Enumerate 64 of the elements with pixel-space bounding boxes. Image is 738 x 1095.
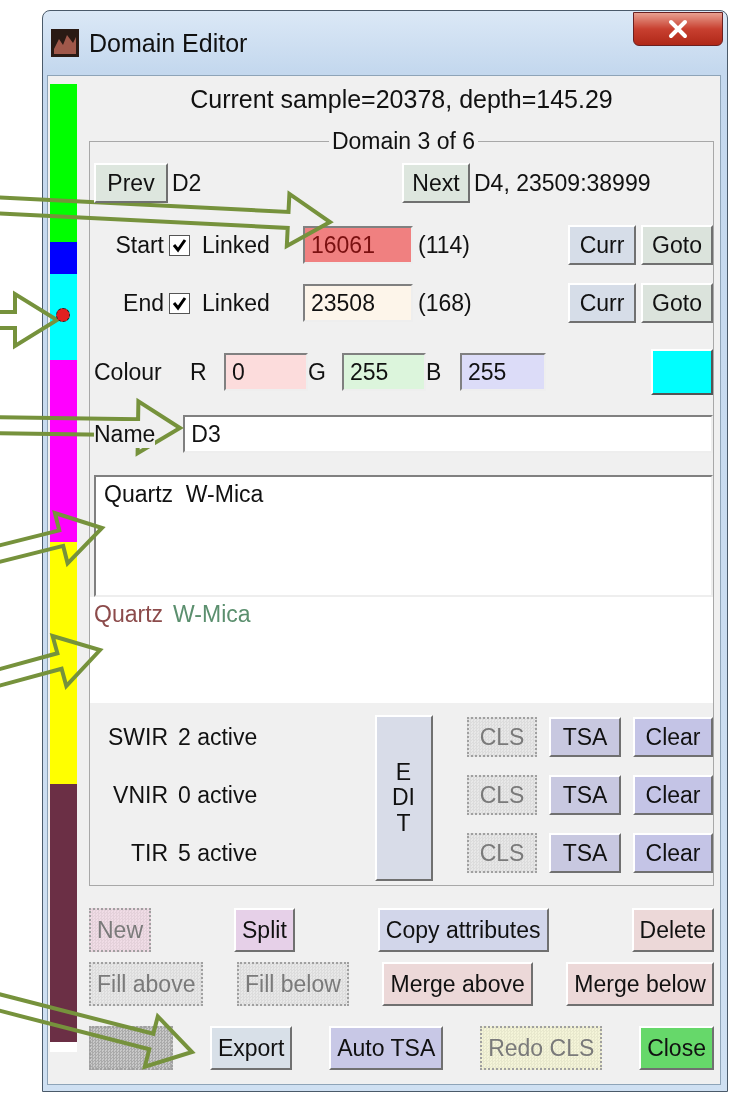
next-domain: D4, 23509:38999 — [474, 169, 652, 197]
domain-segment[interactable] — [50, 84, 77, 242]
prev-button[interactable]: Prev — [94, 163, 168, 203]
action-button[interactable]: Export — [209, 1026, 293, 1070]
clear-button[interactable]: Clear — [633, 775, 713, 815]
sample-count: (114) — [418, 231, 471, 259]
sensor-status: 2 active — [178, 723, 259, 751]
linked-label: Linked — [202, 231, 271, 259]
linked-checkbox[interactable] — [169, 234, 190, 256]
current-button[interactable]: Curr — [568, 283, 636, 323]
clear-button[interactable]: Clear — [633, 717, 713, 757]
linked-label: Linked — [202, 289, 271, 317]
action-button[interactable]: Merge above — [382, 962, 533, 1006]
action-button[interactable]: Copy attributes — [377, 908, 549, 952]
bound-field[interactable]: 23508 — [303, 284, 413, 322]
channel-label: R — [190, 358, 208, 386]
close-button[interactable] — [633, 12, 723, 46]
bound-label: Start — [114, 231, 164, 259]
sensor-label: VNIR — [112, 781, 168, 809]
mineral-name: W-Mica — [173, 601, 251, 628]
close-icon — [667, 19, 689, 39]
channel-field[interactable]: 0 — [224, 353, 308, 391]
clear-button[interactable]: Clear — [633, 833, 713, 873]
action-button[interactable]: Split — [234, 908, 295, 952]
domain-segment[interactable] — [50, 784, 77, 1042]
name-field[interactable]: D3 — [183, 415, 713, 453]
bound-label: End — [122, 289, 164, 317]
colour-swatch[interactable] — [651, 349, 713, 395]
notes-field[interactable]: Quartz W-Mica — [94, 475, 713, 597]
action-button[interactable]: Merge below — [566, 962, 714, 1006]
status-line: Current sample=20378, depth=145.29 — [189, 84, 614, 115]
app-icon — [51, 29, 79, 57]
mineral-name: Quartz — [94, 601, 164, 628]
channel-label: G — [308, 358, 327, 386]
sample-count: (168) — [418, 289, 473, 317]
tsa-button[interactable]: TSA — [549, 833, 621, 873]
sensor-status: 0 active — [178, 781, 259, 809]
action-button[interactable]: Delete — [631, 908, 714, 952]
domain-segment[interactable] — [50, 541, 77, 785]
domain-segment[interactable] — [50, 274, 77, 360]
edit-button[interactable]: EDIT — [374, 715, 433, 881]
position-marker — [56, 307, 70, 322]
bound-field[interactable]: 16061 — [303, 226, 413, 264]
goto-button[interactable]: Goto — [641, 283, 713, 323]
current-button[interactable]: Curr — [568, 225, 636, 265]
action-button[interactable]: Close — [639, 1026, 714, 1070]
annotation-arrow — [0, 290, 61, 350]
window-title: Domain Editor — [89, 28, 248, 58]
group-title: Domain 3 of 6 — [330, 128, 477, 155]
sensor-label: TIR — [129, 839, 168, 867]
channel-label: B — [426, 358, 443, 386]
next-button[interactable]: Next — [402, 163, 470, 203]
domain-segment[interactable] — [50, 241, 77, 274]
action-button[interactable]: Auto TSA — [329, 1026, 444, 1070]
linked-checkbox[interactable] — [169, 292, 190, 314]
channel-field[interactable]: 255 — [460, 353, 546, 391]
colour-label: Colour — [94, 358, 163, 386]
name-label: Name — [94, 420, 156, 448]
sensor-status: 5 active — [178, 839, 259, 867]
tsa-button[interactable]: TSA — [549, 775, 621, 815]
tsa-button[interactable]: TSA — [549, 717, 621, 757]
channel-field[interactable]: 255 — [342, 353, 426, 391]
goto-button[interactable]: Goto — [641, 225, 713, 265]
sensor-label: SWIR — [106, 723, 168, 751]
